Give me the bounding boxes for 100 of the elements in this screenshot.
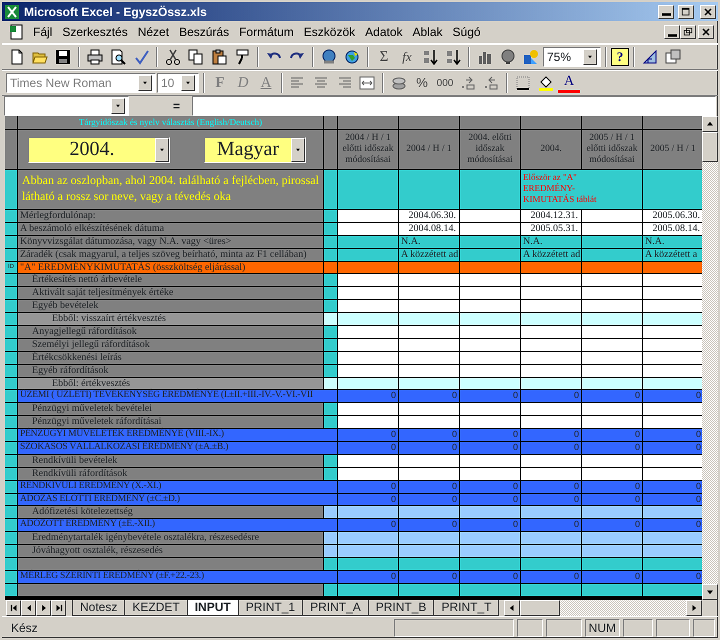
- maximize-button[interactable]: [678, 4, 694, 18]
- menu-item[interactable]: Nézet: [132, 22, 174, 42]
- row-header: [5, 248, 17, 261]
- table-cell: [582, 287, 642, 300]
- menu-item[interactable]: Beszúrás: [174, 22, 234, 42]
- sheet-tab[interactable]: PRINT_T: [433, 600, 500, 616]
- table-cell: [324, 403, 337, 416]
- scroll-down-button[interactable]: [702, 584, 718, 600]
- table-cell: [582, 403, 642, 416]
- table-cell: 0: [643, 570, 702, 583]
- menu-item[interactable]: Fájl: [28, 22, 58, 42]
- close-button[interactable]: [700, 4, 716, 18]
- sheet-tab[interactable]: PRINT_1: [238, 600, 304, 616]
- table-cell: 0: [338, 390, 398, 402]
- table-cell: [338, 236, 398, 248]
- table-cell: [338, 558, 398, 570]
- table-cell: [399, 287, 459, 300]
- row-header: [5, 313, 17, 326]
- table-cell: [399, 352, 459, 364]
- scroll-up-button[interactable]: [702, 116, 718, 132]
- table-cell: [324, 558, 337, 570]
- restore-icon: [682, 26, 694, 38]
- sheet-tab[interactable]: KEZDET: [124, 600, 188, 616]
- column-header: 2004.: [521, 130, 581, 169]
- column-header: [521, 116, 581, 129]
- table-cell: 0: [338, 429, 398, 442]
- row-label: Ebből: visszaírt értékvesztés: [18, 313, 323, 326]
- table-cell: [521, 338, 581, 351]
- scroll-left-button[interactable]: [504, 600, 520, 616]
- function-button[interactable]: fx: [396, 46, 418, 68]
- scroll-right-button[interactable]: [686, 600, 702, 616]
- table-cell: [324, 248, 337, 261]
- scrollbar-thumb[interactable]: [520, 600, 560, 616]
- table-cell: [399, 468, 459, 480]
- row-header: [5, 364, 17, 377]
- sheet-tab[interactable]: PRINT_B: [368, 600, 434, 616]
- table-cell: 0: [399, 390, 459, 402]
- row-label: ADÓZOTT EREDMÉNY (±E.-XII.): [18, 519, 337, 532]
- row-label: Pénzügyi műveletek ráfordításai: [18, 416, 323, 428]
- menu-item[interactable]: Súgó: [448, 22, 486, 42]
- maximize-icon: [680, 6, 692, 18]
- table-cell: [521, 545, 581, 558]
- table-cell: [643, 338, 702, 351]
- table-cell: [521, 262, 581, 274]
- menu-item[interactable]: Formátum: [234, 22, 299, 42]
- year-dropdown[interactable]: 2004.: [28, 136, 170, 162]
- table-cell: 0: [460, 570, 520, 583]
- table-cell: [460, 364, 520, 377]
- help-button[interactable]: ?: [611, 48, 629, 66]
- restore-button[interactable]: [680, 25, 696, 39]
- table-cell: [643, 454, 702, 467]
- row-header: [5, 519, 17, 532]
- autosum-button[interactable]: Σ: [373, 46, 395, 68]
- name-box[interactable]: [4, 96, 129, 116]
- menu-item[interactable]: Adatok: [360, 22, 408, 42]
- row-header: [5, 274, 17, 286]
- table-cell: 0: [582, 494, 642, 506]
- row-label: Pénzügyi műveletek bevételei: [18, 403, 323, 416]
- table-cell: N.A.: [521, 236, 581, 248]
- row-label: Aktivált saját teljesítmények értéke: [18, 287, 323, 300]
- last-sheet-button[interactable]: [51, 600, 66, 616]
- table-cell: [399, 300, 459, 312]
- close-button[interactable]: [698, 25, 714, 39]
- table-cell: [460, 300, 520, 312]
- first-sheet-button[interactable]: [6, 600, 21, 616]
- menu-item[interactable]: Szerkesztés: [57, 22, 133, 42]
- table-cell: 2004.12.31.: [521, 210, 581, 222]
- table-cell: [399, 170, 459, 209]
- scrollbar-thumb[interactable]: [702, 132, 718, 162]
- table-cell: [582, 338, 642, 351]
- table-cell: [324, 506, 337, 518]
- table-cell: [643, 364, 702, 377]
- table-cell: 0: [643, 442, 702, 454]
- table-cell: [460, 403, 520, 416]
- table-cell: [399, 378, 459, 390]
- table-cell: [338, 262, 398, 274]
- next-sheet-button[interactable]: [36, 600, 51, 616]
- table-cell: [338, 532, 398, 544]
- minimize-button[interactable]: [658, 4, 674, 18]
- language-dropdown[interactable]: Magyar: [204, 136, 306, 162]
- menu-item[interactable]: Ablak: [408, 22, 448, 42]
- table-cell: N.A.: [399, 236, 459, 248]
- sheet-tab[interactable]: PRINT_A: [302, 600, 369, 616]
- row-label: Mérlegfordulónap:: [18, 210, 323, 222]
- table-cell: [460, 468, 520, 480]
- minimize-button[interactable]: [664, 25, 680, 39]
- table-cell: 0: [643, 390, 702, 402]
- column-header: [399, 116, 459, 129]
- sheet-tab[interactable]: Notesz: [72, 600, 126, 616]
- previous-sheet-button[interactable]: [21, 600, 36, 616]
- row-header: [5, 416, 17, 428]
- row-label: Eredménytartalék igénybevétele osztalékra, részesedésre: [18, 532, 323, 544]
- zoom-field[interactable]: 75%: [543, 47, 601, 67]
- menu-item[interactable]: Eszközök: [298, 22, 360, 42]
- table-cell: [324, 338, 337, 351]
- table-cell: [338, 287, 398, 300]
- window-title: Microsoft Excel - EgyszÖssz.xls: [24, 4, 208, 20]
- formula-field[interactable]: [192, 96, 716, 116]
- table-cell: N.A.: [643, 236, 702, 248]
- sheet-tab[interactable]: INPUT: [186, 600, 239, 616]
